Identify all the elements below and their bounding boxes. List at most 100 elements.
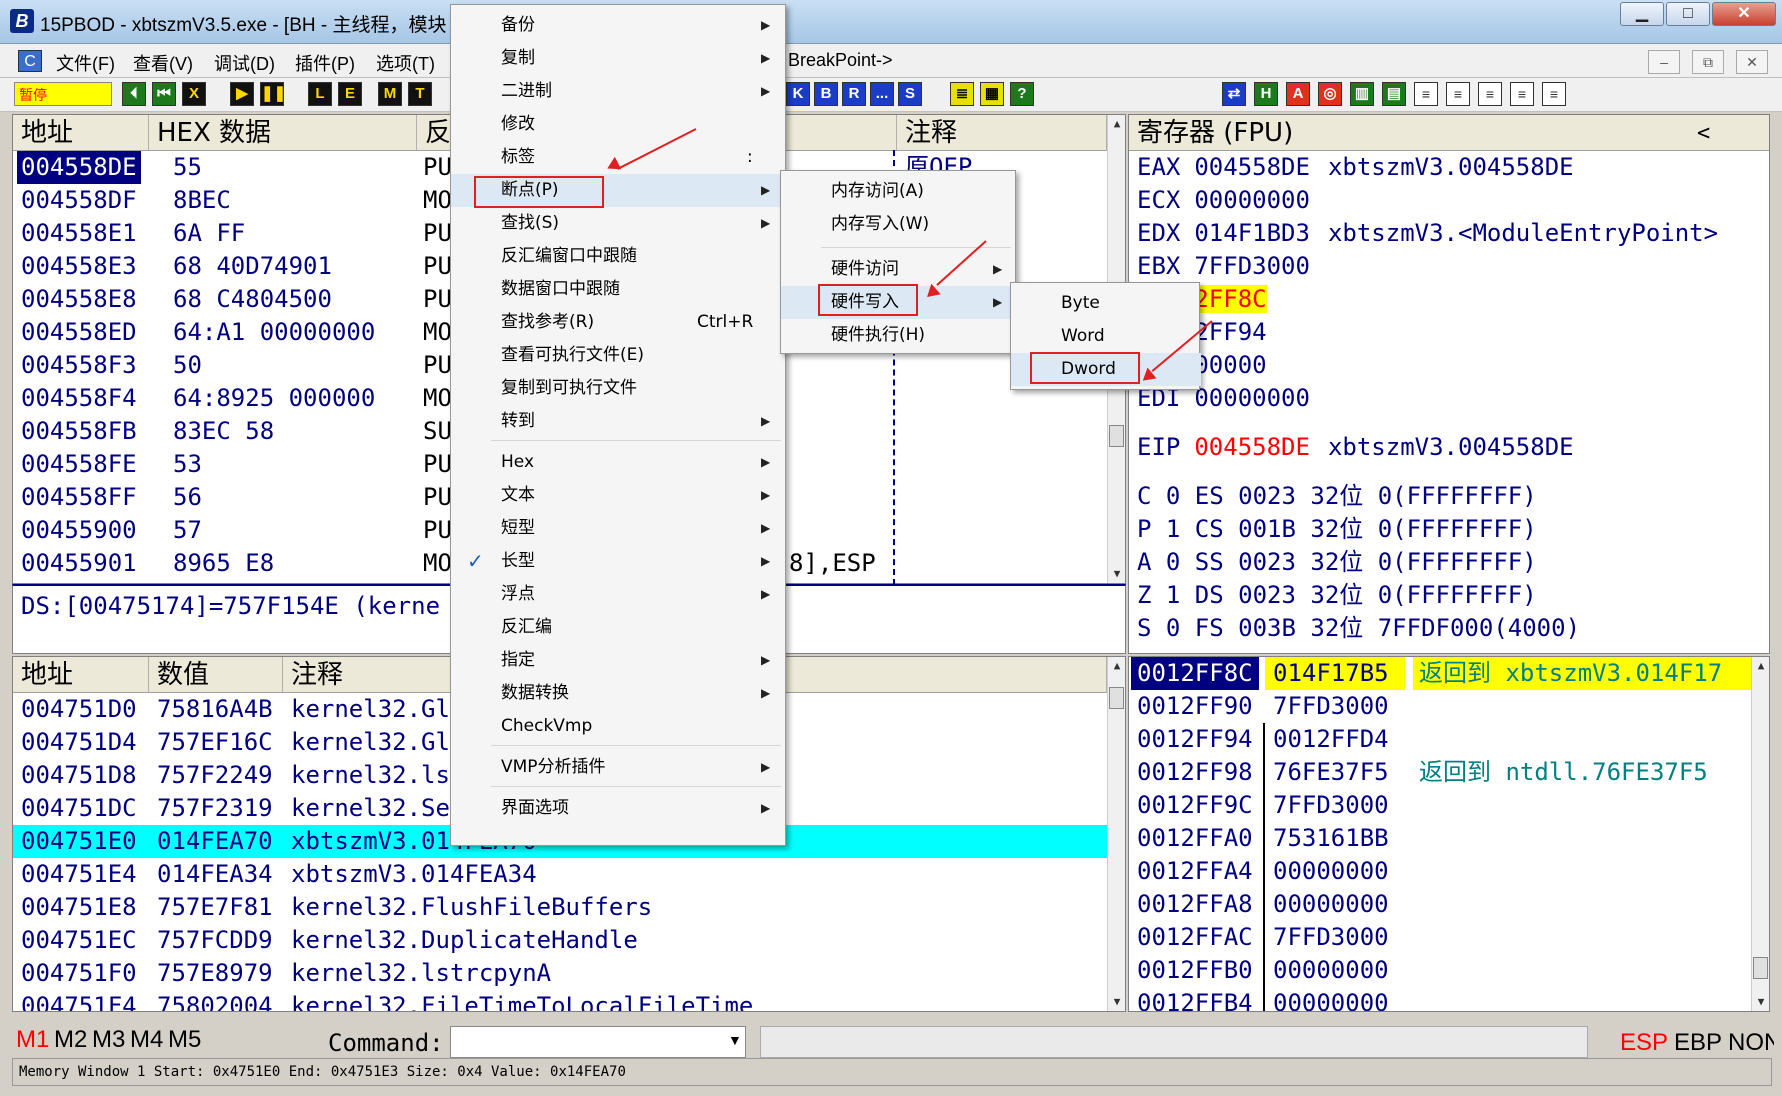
menu-item-word[interactable]: Word <box>1011 320 1201 353</box>
col-comment-header[interactable]: 注释 <box>897 115 1107 151</box>
context-menu-item[interactable]: 复制到可执行文件 <box>451 372 785 405</box>
restart-icon[interactable]: ⏴ <box>122 82 146 106</box>
col-address-header[interactable]: 地址 <box>13 115 149 151</box>
mdi-child-icon[interactable]: C <box>18 50 42 72</box>
stack-row[interactable]: 0012FFB0 00000000 <box>1129 954 1751 987</box>
context-menu-item[interactable]: 反汇编 <box>451 611 785 644</box>
flag-line[interactable]: Z 1 DS 0023 32位 0(FFFFFFFF) <box>1137 579 1537 612</box>
mem-tab-m3[interactable]: M3 <box>92 1026 125 1054</box>
stack-row[interactable]: 0012FFB4 00000000 <box>1129 987 1751 1011</box>
scroll-up-arrow[interactable]: ▲ <box>1108 115 1125 133</box>
dump-row[interactable]: 004751E8 757E7F81 kernel32.FlushFileBuffer… <box>13 891 1107 924</box>
menu-options[interactable]: 选项(T) <box>376 50 435 76</box>
options-icon[interactable]: ≣ <box>950 82 974 106</box>
menu-plugins[interactable]: 插件(P) <box>295 50 355 76</box>
menu-item-hw-exec[interactable]: 硬件执行(H) <box>781 319 1017 352</box>
dump-col-value[interactable]: 数值 <box>149 657 283 693</box>
stack-row[interactable]: 0012FF8C 014F17B5 返回到 xbtszmV3.014F17 <box>1129 657 1751 690</box>
stack-row[interactable]: 0012FF94 0012FFD4 <box>1129 723 1751 756</box>
command-input[interactable] <box>450 1026 746 1058</box>
mdi-restore-button[interactable]: ⧉ <box>1692 50 1724 74</box>
stack-row[interactable]: 0012FF9C 7FFD3000 <box>1129 789 1751 822</box>
context-menu-item[interactable]: 长型 ▶ ✓ <box>451 545 785 578</box>
reg-esp-tab[interactable]: ESP <box>1620 1029 1668 1057</box>
stack-row[interactable]: 0012FF90 7FFD3000 <box>1129 690 1751 723</box>
dump-scroll-up[interactable]: ▲ <box>1108 657 1125 675</box>
flag-line[interactable]: A 0 SS 0023 32位 0(FFFFFFFF) <box>1137 546 1537 579</box>
stack-row[interactable]: 0012FFA4 00000000 <box>1129 855 1751 888</box>
scroll-thumb[interactable] <box>1109 425 1124 447</box>
stack-scrollbar[interactable]: ▲ ▼ <box>1751 657 1769 1011</box>
context-menu-item[interactable]: 复制 ▶ <box>451 42 785 75</box>
stack-scroll-down[interactable]: ▼ <box>1752 993 1769 1011</box>
menu-item-mem-write[interactable]: 内存写入(W) <box>781 208 1017 241</box>
register-line[interactable]: EBX 7FFD3000 <box>1137 250 1328 283</box>
register-line-eip[interactable]: EIP 004558DE xbtszmV3.004558DE <box>1137 431 1574 464</box>
stack-scroll-up[interactable]: ▲ <box>1752 657 1769 675</box>
flag-line[interactable]: S 0 FS 003B 32位 7FFDF000(4000) <box>1137 612 1580 645</box>
context-menu-item[interactable]: 数据窗口中跟随 <box>451 273 785 306</box>
mdi-minimize-button[interactable]: – <box>1648 50 1680 74</box>
context-menu-item[interactable]: 反汇编窗口中跟随 <box>451 240 785 273</box>
context-menu-item[interactable]: 数据转换 ▶ <box>451 677 785 710</box>
context-menu-item[interactable]: 查找(S) ▶ <box>451 207 785 240</box>
chevron-down-icon[interactable]: ▼ <box>728 1032 742 1048</box>
step-over-icon[interactable]: E <box>338 82 362 106</box>
dump-row[interactable]: 004751EC 757FCDD9 kernel32.DuplicateHandle <box>13 924 1107 957</box>
breakpoints-icon[interactable]: B <box>814 82 838 106</box>
plugin-h-icon[interactable]: H <box>1254 82 1278 106</box>
dump-scrollbar[interactable]: ▲ ▼ <box>1107 657 1125 1011</box>
list-icon-5[interactable]: ≡ <box>1542 82 1566 106</box>
layout-icon[interactable]: ▤ <box>1382 82 1406 106</box>
stack-row[interactable]: 0012FF98 76FE37F5 返回到 ntdll.76FE37F5 <box>1129 756 1751 789</box>
list-icon-2[interactable]: ≡ <box>1446 82 1470 106</box>
context-menu-item[interactable]: 备份 ▶ <box>451 9 785 42</box>
step-into-icon[interactable]: L <box>308 82 332 106</box>
source-icon[interactable]: S <box>898 82 922 106</box>
mem-tab-m2[interactable]: M2 <box>54 1026 87 1054</box>
dump-scroll-thumb[interactable] <box>1109 687 1124 709</box>
menu-item-hw-access[interactable]: 硬件访问 ▶ <box>781 253 1017 286</box>
list-icon-1[interactable]: ≡ <box>1414 82 1438 106</box>
context-menu-item[interactable]: 查找参考(R) Ctrl+R <box>451 306 785 339</box>
context-menu-item[interactable]: 修改 <box>451 108 785 141</box>
help-icon[interactable]: ? <box>1010 82 1034 106</box>
stack-row[interactable]: 0012FFAC 7FFD3000 <box>1129 921 1751 954</box>
mem-tab-m1[interactable]: M1 <box>16 1026 49 1054</box>
context-menu-item[interactable]: 二进制 ▶ <box>451 75 785 108</box>
mem-tab-m4[interactable]: M4 <box>130 1026 163 1054</box>
flag-line[interactable]: C 0 ES 0023 32位 0(FFFFFFFF) <box>1137 480 1537 513</box>
dump-row[interactable]: 004751E4 014FEA34 xbtszmV3.014FEA34 <box>13 858 1107 891</box>
minimize-button[interactable]: ▁ <box>1620 2 1664 26</box>
list-icon-3[interactable]: ≡ <box>1478 82 1502 106</box>
context-menu-item[interactable]: 短型 ▶ <box>451 512 785 545</box>
rewind-icon[interactable]: ⏮ <box>152 82 176 106</box>
context-menu-item[interactable]: VMP分析插件 ▶ <box>451 751 785 784</box>
run-icon[interactable]: ▶ <box>230 82 254 106</box>
run-trace-icon[interactable]: ... <box>870 82 894 106</box>
menu-item-byte[interactable]: Byte <box>1011 287 1201 320</box>
plugin-a-icon[interactable]: A <box>1286 82 1310 106</box>
menu-view[interactable]: 查看(V) <box>133 50 193 76</box>
register-line[interactable]: EDX 014F1BD3 xbtszmV3.<ModuleEntryPoint> <box>1137 217 1718 250</box>
trace-over-icon[interactable]: T <box>408 82 432 106</box>
dump-col-address[interactable]: 地址 <box>13 657 149 693</box>
stack-row[interactable]: 0012FFA8 00000000 <box>1129 888 1751 921</box>
context-menu-item[interactable]: 浮点 ▶ <box>451 578 785 611</box>
register-line[interactable]: EAX 004558DE xbtszmV3.004558DE <box>1137 151 1574 184</box>
stack-pane[interactable]: 0012FF8C 014F17B5 返回到 xbtszmV3.014F17 0012F… <box>1128 656 1770 1012</box>
register-line[interactable]: ECX 00000000 <box>1137 184 1328 217</box>
close-process-icon[interactable]: X <box>182 82 206 106</box>
stack-row[interactable]: 0012FFA0 753161BB <box>1129 822 1751 855</box>
appearance-icon[interactable]: ▦ <box>980 82 1004 106</box>
registers-pane[interactable]: 寄存器 (FPU) < EAX 004558DE xbtszmV3.004558DE… <box>1128 114 1770 654</box>
mdi-close-button[interactable]: ✕ <box>1736 50 1768 74</box>
menu-item-mem-access[interactable]: 内存访问(A) <box>781 175 1017 208</box>
flag-line[interactable]: P 1 CS 001B 32位 0(FFFFFFFF) <box>1137 513 1537 546</box>
trace-into-icon[interactable]: M <box>378 82 402 106</box>
reg-ebp-tab[interactable]: EBP <box>1674 1029 1722 1057</box>
menu-debug[interactable]: 调试(D) <box>214 50 275 76</box>
reg-none-tab[interactable]: NONE <box>1728 1029 1774 1057</box>
context-menu-item[interactable]: CheckVmp <box>451 710 785 743</box>
references-icon[interactable]: R <box>842 82 866 106</box>
